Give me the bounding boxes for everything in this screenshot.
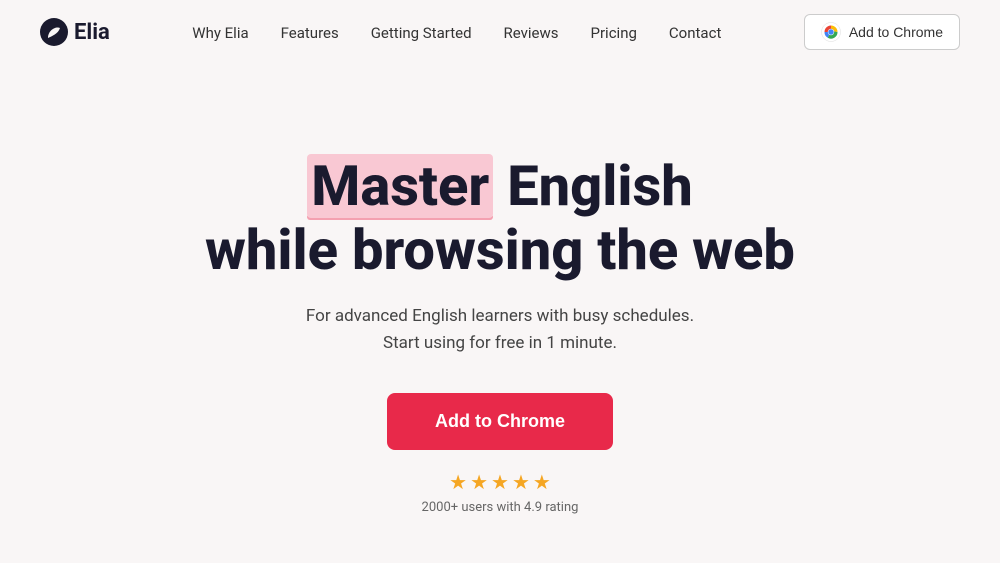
- nav-link-getting-started[interactable]: Getting Started: [371, 24, 472, 42]
- rating-text: 2000+ users with 4.9 rating: [422, 500, 579, 515]
- hero-title-highlight: Master: [307, 154, 493, 218]
- nav-link-features[interactable]: Features: [281, 24, 339, 42]
- hero-add-to-chrome-button[interactable]: Add to Chrome: [387, 393, 613, 450]
- nav-link-reviews[interactable]: Reviews: [504, 24, 559, 42]
- nav-item-why-elia[interactable]: Why Elia: [192, 23, 248, 42]
- hero-title-line2: while browsing the web: [205, 217, 795, 283]
- star-5: ★: [533, 470, 551, 494]
- nav-links: Why Elia Features Getting Started Review…: [192, 23, 721, 42]
- star-2: ★: [470, 470, 488, 494]
- hero-title: Master English while browsing the web: [205, 154, 795, 283]
- star-4: ★: [512, 470, 530, 494]
- nav-link-contact[interactable]: Contact: [669, 24, 721, 42]
- chrome-icon: [821, 22, 841, 42]
- hero-cta-label: Add to Chrome: [435, 411, 565, 431]
- nav-cta-label: Add to Chrome: [849, 24, 943, 40]
- stars-container: ★ ★ ★ ★ ★: [449, 470, 551, 494]
- nav-add-to-chrome-button[interactable]: Add to Chrome: [804, 14, 960, 50]
- logo-text: Elia: [74, 20, 110, 45]
- hero-subtitle-line1: For advanced English learners with busy …: [306, 306, 694, 326]
- nav-item-pricing[interactable]: Pricing: [591, 23, 637, 42]
- nav-item-features[interactable]: Features: [281, 23, 339, 42]
- hero-subtitle-line2: Start using for free in 1 minute.: [383, 333, 617, 353]
- nav-item-contact[interactable]: Contact: [669, 23, 721, 42]
- nav-item-getting-started[interactable]: Getting Started: [371, 23, 472, 42]
- star-1: ★: [449, 470, 467, 494]
- hero-subtitle: For advanced English learners with busy …: [306, 303, 694, 357]
- logo: Elia: [40, 18, 110, 46]
- star-3: ★: [491, 470, 509, 494]
- hero-title-rest: English: [493, 153, 692, 219]
- navbar: Elia Why Elia Features Getting Started R…: [0, 0, 1000, 64]
- logo-icon: [40, 18, 68, 46]
- hero-section: Master English while browsing the web Fo…: [0, 64, 1000, 515]
- nav-link-pricing[interactable]: Pricing: [591, 24, 637, 42]
- nav-item-reviews[interactable]: Reviews: [504, 23, 559, 42]
- nav-link-why-elia[interactable]: Why Elia: [192, 24, 248, 42]
